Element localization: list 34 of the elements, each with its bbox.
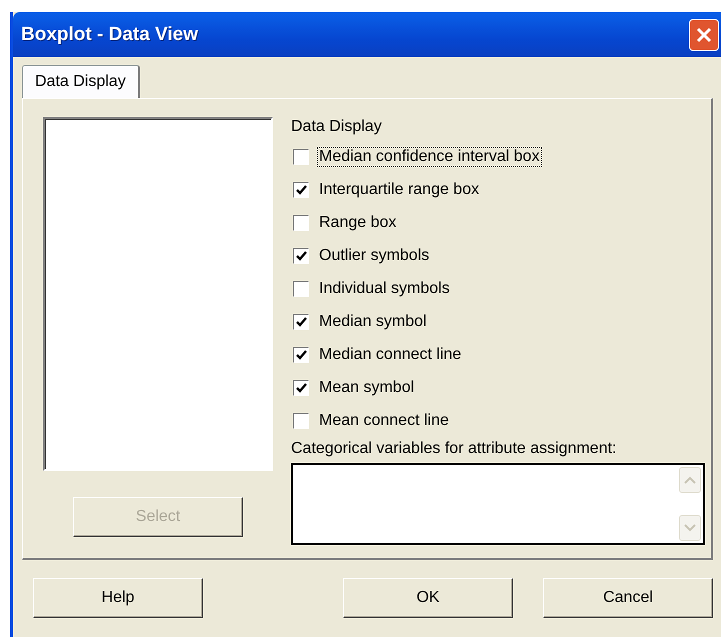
checkbox-label[interactable]: Mean symbol — [318, 378, 416, 396]
checkbox-label[interactable]: Range box — [318, 214, 398, 232]
checkbox-label[interactable]: Interquartile range box — [318, 180, 480, 198]
checkmark-icon — [296, 350, 306, 360]
dialog-button[interactable]: OK — [343, 578, 513, 618]
checkbox[interactable] — [293, 248, 309, 264]
checkbox[interactable] — [293, 280, 309, 296]
checkbox[interactable] — [293, 182, 309, 198]
tab[interactable]: Data Display — [22, 65, 140, 98]
checkbox[interactable] — [293, 380, 309, 396]
dialog-button[interactable]: Cancel — [543, 578, 713, 618]
checkmark-icon — [296, 184, 306, 194]
field-label: Categorical variables for attribute assignment: — [291, 439, 618, 459]
checkbox-label[interactable]: Median connect line — [318, 346, 462, 364]
checkmark-icon — [296, 382, 306, 392]
close-icon — [695, 26, 713, 44]
checkbox-label[interactable]: Mean connect line — [318, 412, 450, 430]
checkmark-icon — [296, 250, 306, 260]
checkbox-label[interactable]: Outlier symbols — [318, 246, 430, 264]
checkbox[interactable] — [293, 412, 309, 428]
close-button[interactable] — [689, 18, 719, 50]
window-title: Boxplot - Data View — [21, 24, 198, 46]
checkbox-label[interactable]: Median symbol — [318, 312, 428, 330]
checkbox-label[interactable]: Median confidence interval box — [318, 148, 541, 166]
checkmark-icon — [296, 316, 306, 326]
checkbox[interactable] — [293, 346, 309, 362]
chevron-up-icon — [684, 476, 696, 484]
checkbox[interactable] — [293, 148, 309, 164]
chevron-down-icon — [684, 524, 696, 532]
checkbox[interactable] — [293, 214, 309, 230]
help-button[interactable]: Help — [33, 578, 203, 618]
checkbox[interactable] — [293, 314, 309, 330]
group-label: Data Display — [291, 117, 383, 137]
checkbox-label[interactable]: Individual symbols — [318, 280, 451, 298]
